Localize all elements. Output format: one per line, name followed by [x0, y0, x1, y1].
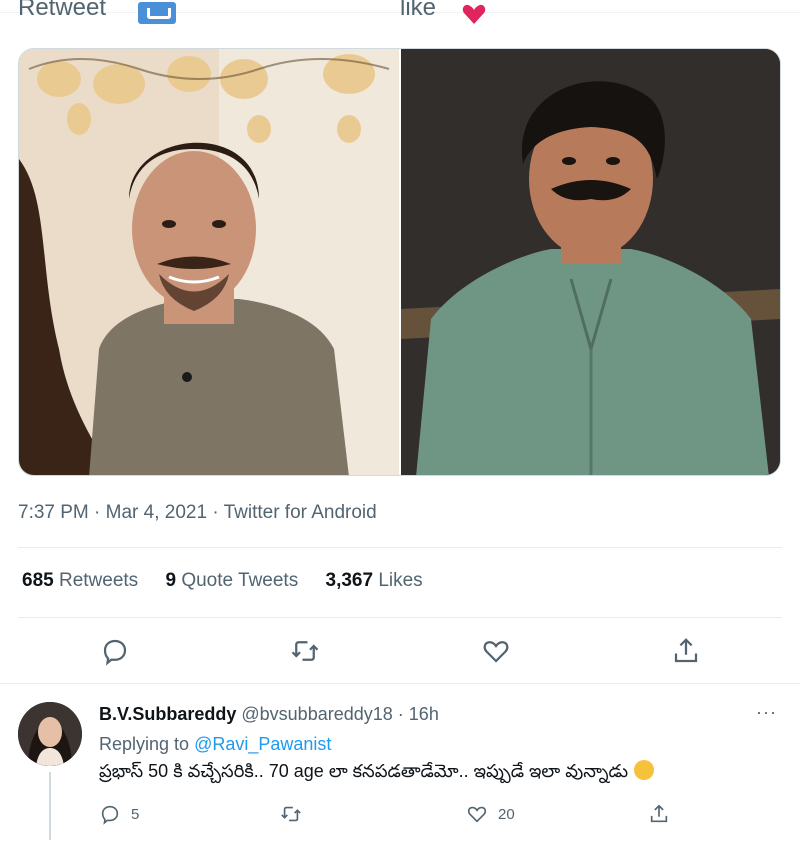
retweet-label: Retweet	[18, 0, 107, 21]
quote-count: 9	[165, 570, 177, 591]
reply-author-name[interactable]: B.V.Subbareddy	[99, 704, 236, 724]
photo-right[interactable]	[401, 49, 780, 475]
tweet-media[interactable]	[18, 48, 781, 476]
photo-right-illustration	[401, 49, 780, 475]
reply-reply-count: 5	[131, 805, 140, 823]
tweet-stats: 685 Retweets 9 Quote Tweets 3,367 Likes	[22, 570, 445, 592]
retweets-count: 685	[22, 570, 54, 591]
share-icon[interactable]	[671, 636, 701, 666]
reply-separator: ·	[397, 704, 404, 724]
retweets-stat-label: Retweets	[58, 570, 139, 591]
replying-to-label: Replying to	[99, 734, 190, 754]
heart-icon	[462, 4, 486, 24]
reply-header: B.V.Subbareddy @bvsubbareddy18 · 16h	[99, 704, 439, 725]
reply-like-button[interactable]: 20	[466, 802, 515, 826]
like-label: like	[400, 0, 437, 21]
hand-over-mouth-emoji-icon	[634, 760, 655, 780]
divider-stats-top	[18, 547, 782, 548]
likes-count: 3,367	[325, 570, 374, 591]
like-icon	[467, 806, 487, 823]
reply-icon[interactable]	[100, 636, 130, 666]
retweet-icon[interactable]	[290, 636, 320, 666]
reply-tweet[interactable]: B.V.Subbareddy @bvsubbareddy18 · 16h ···…	[0, 684, 800, 844]
reply-share-button[interactable]	[648, 802, 670, 826]
reply-text: ప్రభాస్ 50 కి వచ్చేసరికి.. 70 age లా కనప…	[99, 760, 655, 786]
reply-like-count: 20	[498, 805, 515, 823]
reply-action-bar: 5 20	[0, 802, 800, 826]
reply-reply-button[interactable]: 5	[99, 802, 139, 826]
like-icon[interactable]	[481, 636, 511, 666]
reply-icon	[101, 805, 119, 825]
likes-stat[interactable]: 3,367 Likes	[326, 570, 423, 591]
retweet-icon	[281, 806, 301, 822]
reply-time[interactable]: 16h	[409, 704, 439, 724]
photo-left[interactable]	[19, 49, 399, 475]
quote-tweets-stat[interactable]: 9 Quote Tweets	[165, 570, 298, 591]
likes-stat-label: Likes	[378, 570, 423, 591]
reply-retweet-button[interactable]	[280, 802, 312, 826]
quote-stat-label: Quote Tweets	[181, 570, 299, 591]
reply-author-handle[interactable]: @bvsubbareddy18	[241, 704, 392, 724]
more-options-icon[interactable]: ···	[756, 702, 777, 723]
reply-text-content: ప్రభాస్ 50 కి వచ్చేసరికి.. 70 age లా కనప…	[99, 761, 629, 781]
avatar-image	[18, 702, 82, 766]
avatar[interactable]	[18, 702, 82, 766]
tweet-timestamp[interactable]: 7:37 PM · Mar 4, 2021 · Twitter for Andr…	[18, 502, 377, 524]
replying-to: Replying to @Ravi_Pawanist	[99, 734, 331, 755]
replying-to-mention[interactable]: @Ravi_Pawanist	[194, 734, 331, 754]
photo-left-illustration	[19, 49, 399, 475]
retweets-stat[interactable]: 685 Retweets	[22, 570, 138, 591]
divider-stats-bottom	[18, 617, 782, 618]
tweet-action-bar	[0, 636, 800, 666]
retweet-badge-icon	[138, 2, 176, 24]
share-icon	[650, 804, 668, 823]
retweet-like-header: Retweet like	[0, 0, 800, 28]
